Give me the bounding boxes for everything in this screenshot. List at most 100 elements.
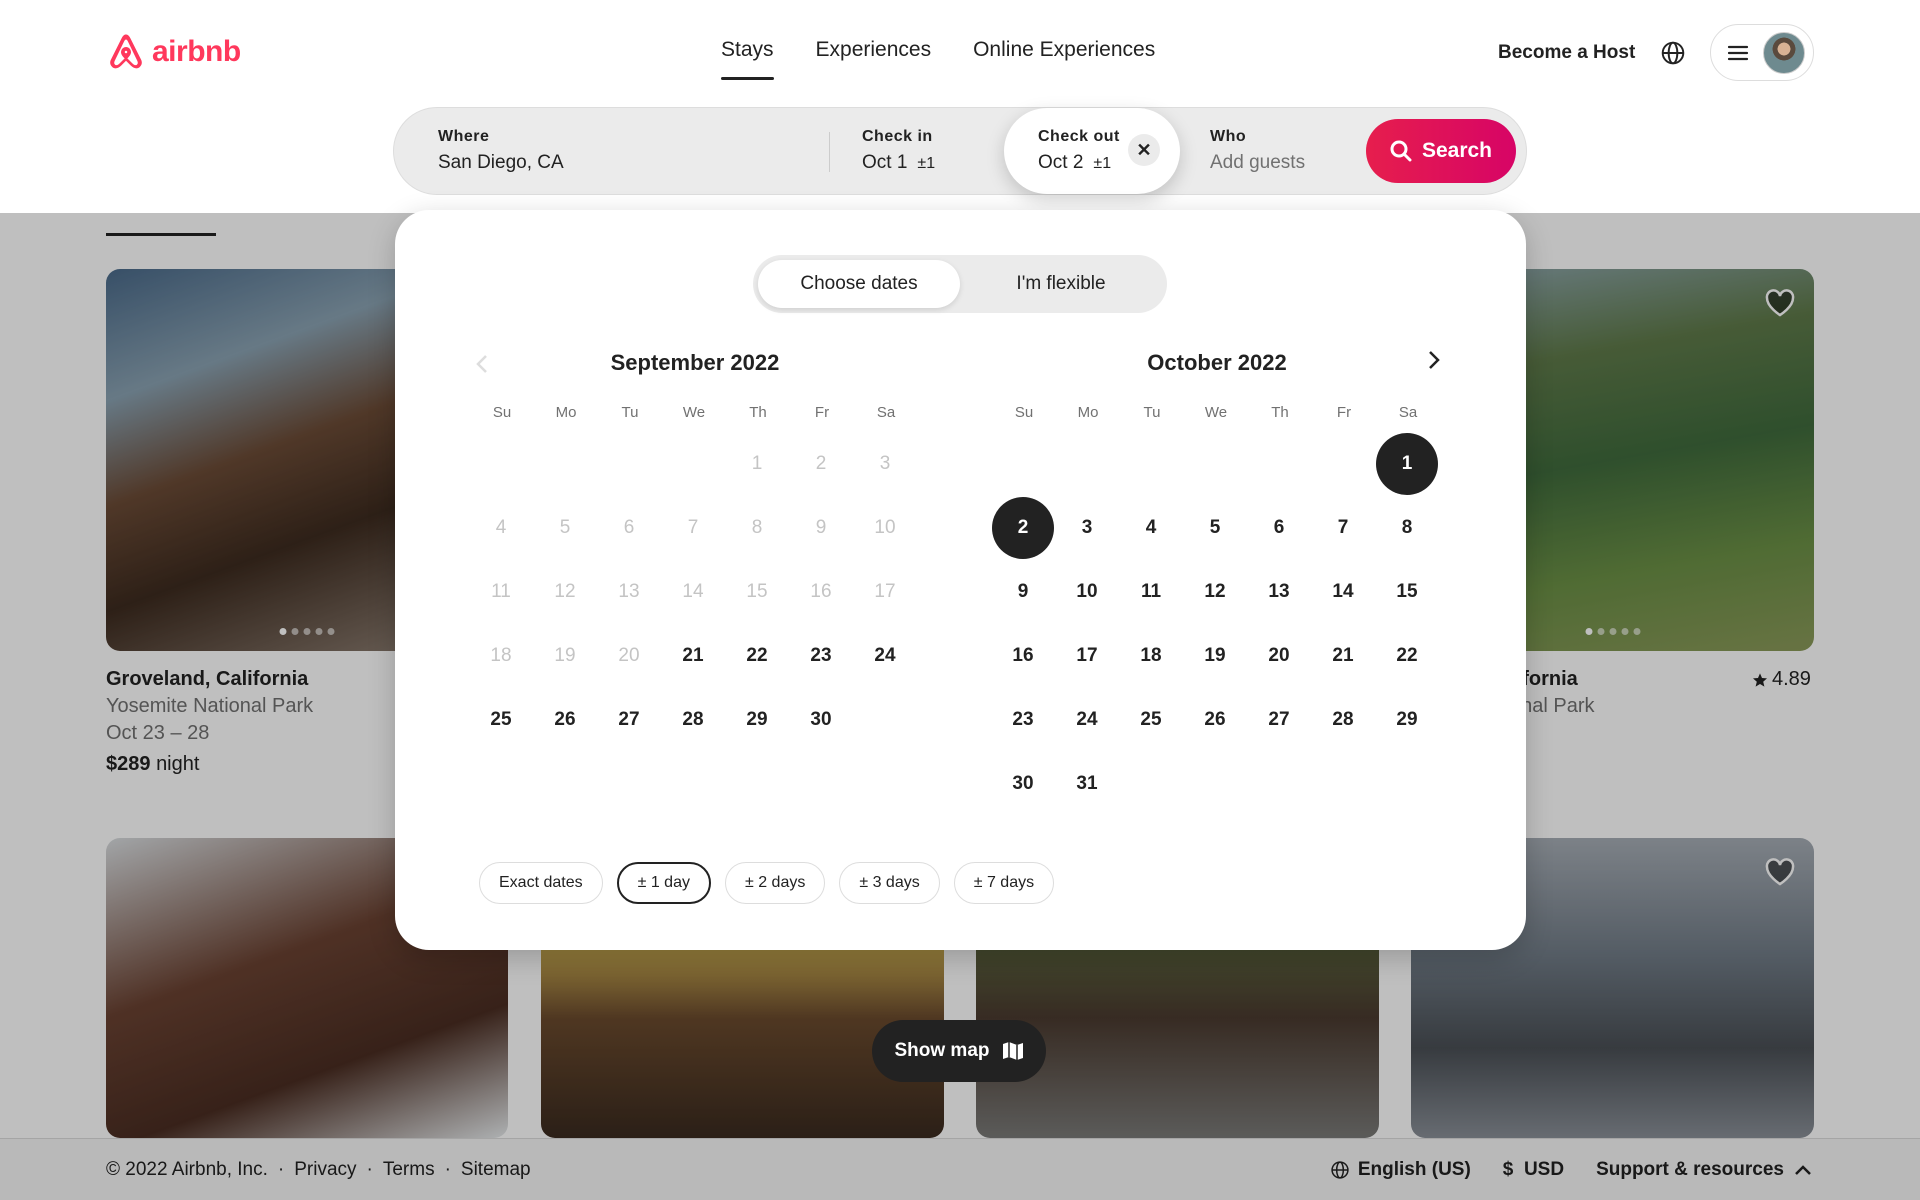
day-cell[interactable]: 28 xyxy=(1312,689,1374,751)
weekday-label: We xyxy=(1204,404,1228,421)
day-cell[interactable]: 8 xyxy=(1376,497,1438,559)
user-menu-button[interactable] xyxy=(1710,24,1814,81)
weekday-label: Su xyxy=(492,404,512,421)
day-cell[interactable]: 25 xyxy=(470,689,532,751)
day-cell: 15 xyxy=(746,581,768,602)
day-cell: 1 xyxy=(751,453,763,474)
globe-icon[interactable] xyxy=(1660,40,1686,66)
clear-check-out-button[interactable]: ✕ xyxy=(1128,134,1160,166)
day-cell[interactable]: 15 xyxy=(1376,561,1438,623)
check-out-value: Oct 2 xyxy=(1038,152,1084,173)
weekday-label: Sa xyxy=(876,404,896,421)
check-out-field[interactable]: Check out Oct 2 ±1 ✕ xyxy=(1004,108,1180,194)
day-cell[interactable]: 18 xyxy=(1120,625,1182,687)
weekday-label: Th xyxy=(1271,404,1289,421)
day-cell[interactable]: 9 xyxy=(992,561,1054,623)
day-cell: 8 xyxy=(751,517,763,538)
date-flexibility-options: Exact dates ± 1 day ± 2 days ± 3 days ± … xyxy=(479,862,1055,904)
day-cell[interactable]: 29 xyxy=(726,689,788,751)
day-cell[interactable]: 30 xyxy=(790,689,852,751)
who-placeholder: Add guests xyxy=(1210,152,1306,173)
day-cell[interactable]: 14 xyxy=(1312,561,1374,623)
day-cell[interactable]: 25 xyxy=(1120,689,1182,751)
day-cell[interactable]: 22 xyxy=(1376,625,1438,687)
day-cell[interactable]: 4 xyxy=(1120,497,1182,559)
day-cell[interactable]: 26 xyxy=(534,689,596,751)
day-cell[interactable]: 5 xyxy=(1184,497,1246,559)
day-blank xyxy=(1184,433,1248,497)
day-cell[interactable]: 21 xyxy=(1312,625,1374,687)
day-blank xyxy=(1248,433,1312,497)
search-button[interactable]: Search xyxy=(1366,119,1516,183)
day-blank xyxy=(1312,433,1376,497)
header: airbnb Stays Experiences Online Experien… xyxy=(0,0,1920,213)
day-selected[interactable]: 2 xyxy=(992,497,1054,559)
day-cell[interactable]: 13 xyxy=(1248,561,1310,623)
day-blank xyxy=(992,433,1056,497)
day-cell: 13 xyxy=(618,581,640,602)
weekday-label: Mo xyxy=(1077,404,1099,421)
flex-chip-exact[interactable]: Exact dates xyxy=(479,862,603,904)
flex-chip-2-days[interactable]: ± 2 days xyxy=(724,862,826,904)
tab-stays[interactable]: Stays xyxy=(700,38,795,80)
tab-online-experiences[interactable]: Online Experiences xyxy=(952,38,1176,80)
weekday-label: Mo xyxy=(555,404,577,421)
day-cell[interactable]: 22 xyxy=(726,625,788,687)
map-icon xyxy=(1002,1042,1023,1060)
day-blank xyxy=(1120,433,1184,497)
day-cell[interactable]: 10 xyxy=(1056,561,1118,623)
day-cell[interactable]: 26 xyxy=(1184,689,1246,751)
flex-chip-3-days[interactable]: ± 3 days xyxy=(839,862,940,904)
check-in-field[interactable]: Check in Oct 1 ±1 xyxy=(862,108,1002,194)
day-cell[interactable]: 17 xyxy=(1056,625,1118,687)
show-map-label: Show map xyxy=(894,1040,990,1061)
day-cell[interactable]: 21 xyxy=(662,625,724,687)
who-field[interactable]: Who Add guests xyxy=(1210,108,1390,194)
weekday-label: Fr xyxy=(1336,404,1352,421)
where-field[interactable]: Where San Diego, CA xyxy=(438,108,768,194)
day-cell: 6 xyxy=(623,517,635,538)
day-cell[interactable]: 16 xyxy=(992,625,1054,687)
weekday-label: We xyxy=(682,404,706,421)
weekday-label: Th xyxy=(749,404,767,421)
choose-dates-tab[interactable]: Choose dates xyxy=(758,260,960,308)
weekday-label: Tu xyxy=(621,404,639,421)
im-flexible-tab[interactable]: I'm flexible xyxy=(960,260,1162,308)
month-title: September 2022 xyxy=(610,350,780,375)
day-grid: 1 2 3 4 5 6 7 8 9 10 11 12 13 14 15 16 17 18 19 20 21 22 23 24 2… xyxy=(470,433,920,753)
tab-experiences[interactable]: Experiences xyxy=(795,38,953,80)
day-blank xyxy=(534,433,598,497)
day-cell[interactable]: 27 xyxy=(598,689,660,751)
day-blank xyxy=(598,433,662,497)
become-a-host-link[interactable]: Become a Host xyxy=(1498,42,1635,64)
day-cell[interactable]: 3 xyxy=(1056,497,1118,559)
day-cell[interactable]: 6 xyxy=(1248,497,1310,559)
day-cell: 4 xyxy=(495,517,507,538)
day-cell[interactable]: 28 xyxy=(662,689,724,751)
day-cell[interactable]: 11 xyxy=(1120,561,1182,623)
day-cell[interactable]: 20 xyxy=(1248,625,1310,687)
day-cell[interactable]: 23 xyxy=(992,689,1054,751)
month-october: October 2022 Su Mo Tu We Th Fr Sa 123456… xyxy=(992,350,1442,817)
day-cell[interactable]: 19 xyxy=(1184,625,1246,687)
flex-chip-1-day[interactable]: ± 1 day xyxy=(616,862,711,904)
day-cell[interactable]: 23 xyxy=(790,625,852,687)
check-in-label: Check in xyxy=(862,128,933,145)
where-label: Where xyxy=(438,128,490,145)
day-cell[interactable]: 29 xyxy=(1376,689,1438,751)
weekday-label: Fr xyxy=(814,404,830,421)
flex-chip-7-days[interactable]: ± 7 days xyxy=(953,862,1055,904)
day-selected[interactable]: 1 xyxy=(1376,433,1438,495)
day-cell[interactable]: 24 xyxy=(854,625,916,687)
day-cell[interactable]: 24 xyxy=(1056,689,1118,751)
day-cell[interactable]: 31 xyxy=(1056,753,1118,815)
airbnb-logo[interactable]: airbnb xyxy=(106,30,241,74)
day-cell[interactable]: 30 xyxy=(992,753,1054,815)
day-cell[interactable]: 7 xyxy=(1312,497,1374,559)
day-cell: 7 xyxy=(687,517,699,538)
day-cell: 5 xyxy=(559,517,571,538)
day-cell[interactable]: 27 xyxy=(1248,689,1310,751)
show-map-button[interactable]: Show map xyxy=(872,1020,1046,1082)
search-bar: Where San Diego, CA Check in Oct 1 ±1 Che… xyxy=(393,107,1527,195)
day-cell[interactable]: 12 xyxy=(1184,561,1246,623)
